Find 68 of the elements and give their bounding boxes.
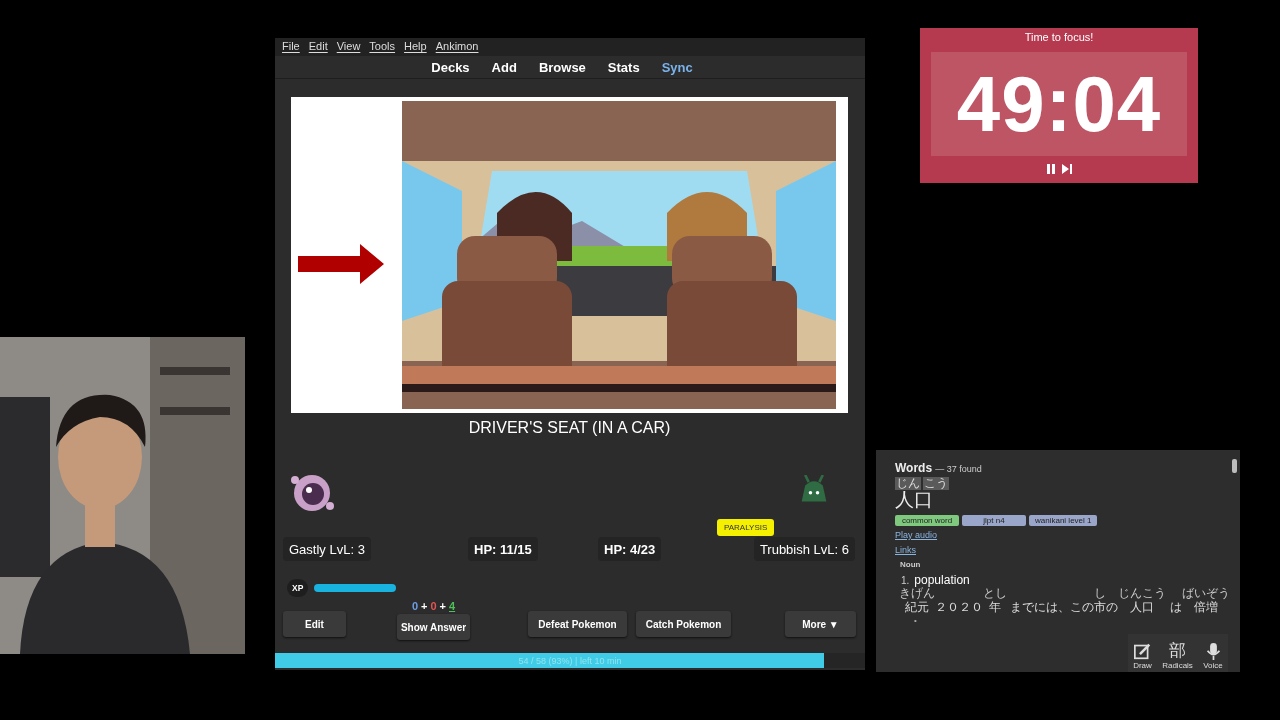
pencil-icon xyxy=(1134,643,1151,660)
hp-label: HP: 11/15 xyxy=(468,537,538,561)
skip-icon[interactable] xyxy=(1062,164,1072,174)
menu-item[interactable]: File xyxy=(282,40,300,54)
hp-label: HP: 4/23 xyxy=(598,537,662,561)
part-of-speech: Noun xyxy=(900,560,922,569)
toolbar-link[interactable]: Decks xyxy=(431,59,470,75)
pause-icon[interactable] xyxy=(1046,164,1056,174)
meaning: population xyxy=(914,573,970,587)
tool-button[interactable]: Voice xyxy=(1203,643,1223,670)
microphone-icon xyxy=(1204,643,1222,660)
menu-item[interactable]: Help xyxy=(404,40,427,54)
due-count: 0 xyxy=(411,600,418,612)
furigana: じんこう xyxy=(1118,587,1167,600)
xp-label: XP xyxy=(287,579,309,597)
tag: wanikani level 1 xyxy=(1029,515,1098,526)
sentence-part: 倍増 xyxy=(1193,600,1218,614)
furigana: こう xyxy=(923,477,949,490)
sentence-part: の xyxy=(1106,600,1119,614)
action-button[interactable]: Catch Pokemon xyxy=(636,611,731,637)
progress-text: 54 / 58 (93%) | left 10 min xyxy=(518,655,622,666)
tool-button[interactable]: 部 Radicals xyxy=(1162,642,1193,670)
due-count: 0 xyxy=(430,600,437,612)
toolbar-link[interactable]: Browse xyxy=(538,59,586,75)
sentence-part: 人口 xyxy=(1130,600,1155,614)
sentence-part: までには、この xyxy=(1009,600,1095,614)
furigana: じん xyxy=(895,477,921,490)
sentence-part: 年 xyxy=(989,600,1001,614)
furigana: ばいぞう xyxy=(1181,587,1230,600)
panel-heading: Words xyxy=(895,461,933,475)
menu-item[interactable]: Tools xyxy=(369,40,396,54)
furigana: きげん xyxy=(899,587,935,600)
pokemon-level: Gastly LvL: 3 xyxy=(283,537,371,561)
action-button[interactable]: Defeat Pokemon xyxy=(528,611,627,637)
status-badge: PARALYSIS xyxy=(717,519,775,536)
menu-item[interactable]: View xyxy=(336,40,361,54)
furigana: とし xyxy=(983,587,1007,600)
timer-title: Time to focus! xyxy=(1024,31,1094,45)
action-button[interactable]: More ▼ xyxy=(785,611,856,637)
sentence-part: は xyxy=(1168,600,1182,614)
link[interactable]: Links xyxy=(895,545,916,555)
furigana: し xyxy=(1094,587,1107,600)
tag: common word xyxy=(895,515,959,526)
count-separator: + xyxy=(421,600,428,612)
sense-number: 1. xyxy=(901,575,910,586)
arrow-icon xyxy=(298,244,384,284)
timer-display: 49:04 xyxy=(956,58,1162,150)
pokemon-level: Trubbish LvL: 6 xyxy=(753,537,855,561)
sentence-part: ２０２０ xyxy=(935,600,983,614)
toolbar-link[interactable]: Sync xyxy=(661,59,693,75)
count-separator: + xyxy=(439,600,446,612)
link[interactable]: Play audio xyxy=(895,530,938,540)
tag: jlpt n4 xyxy=(962,515,1026,526)
action-button[interactable]: Edit xyxy=(283,611,346,637)
menu-item[interactable]: Edit xyxy=(308,40,328,54)
show-answer-button[interactable]: Show Answer xyxy=(397,614,470,640)
bullet: • xyxy=(914,616,918,625)
toolbar-link[interactable]: Add xyxy=(491,59,517,75)
menu-item[interactable]: Ankimon xyxy=(435,40,479,54)
toolbar-link[interactable]: Stats xyxy=(607,59,640,75)
tool-button[interactable]: Draw xyxy=(1133,643,1152,670)
sentence-part: 紀元 xyxy=(905,600,929,614)
card-answer: DRIVER'S SEAT (IN A CAR) xyxy=(467,419,672,437)
radical-glyph: 部 xyxy=(1169,642,1187,660)
word-kanji: 人口 xyxy=(895,490,934,509)
due-count: 4 xyxy=(449,600,456,612)
result-count: — 37 found xyxy=(935,464,982,474)
sentence-part: 市 xyxy=(1094,600,1107,614)
